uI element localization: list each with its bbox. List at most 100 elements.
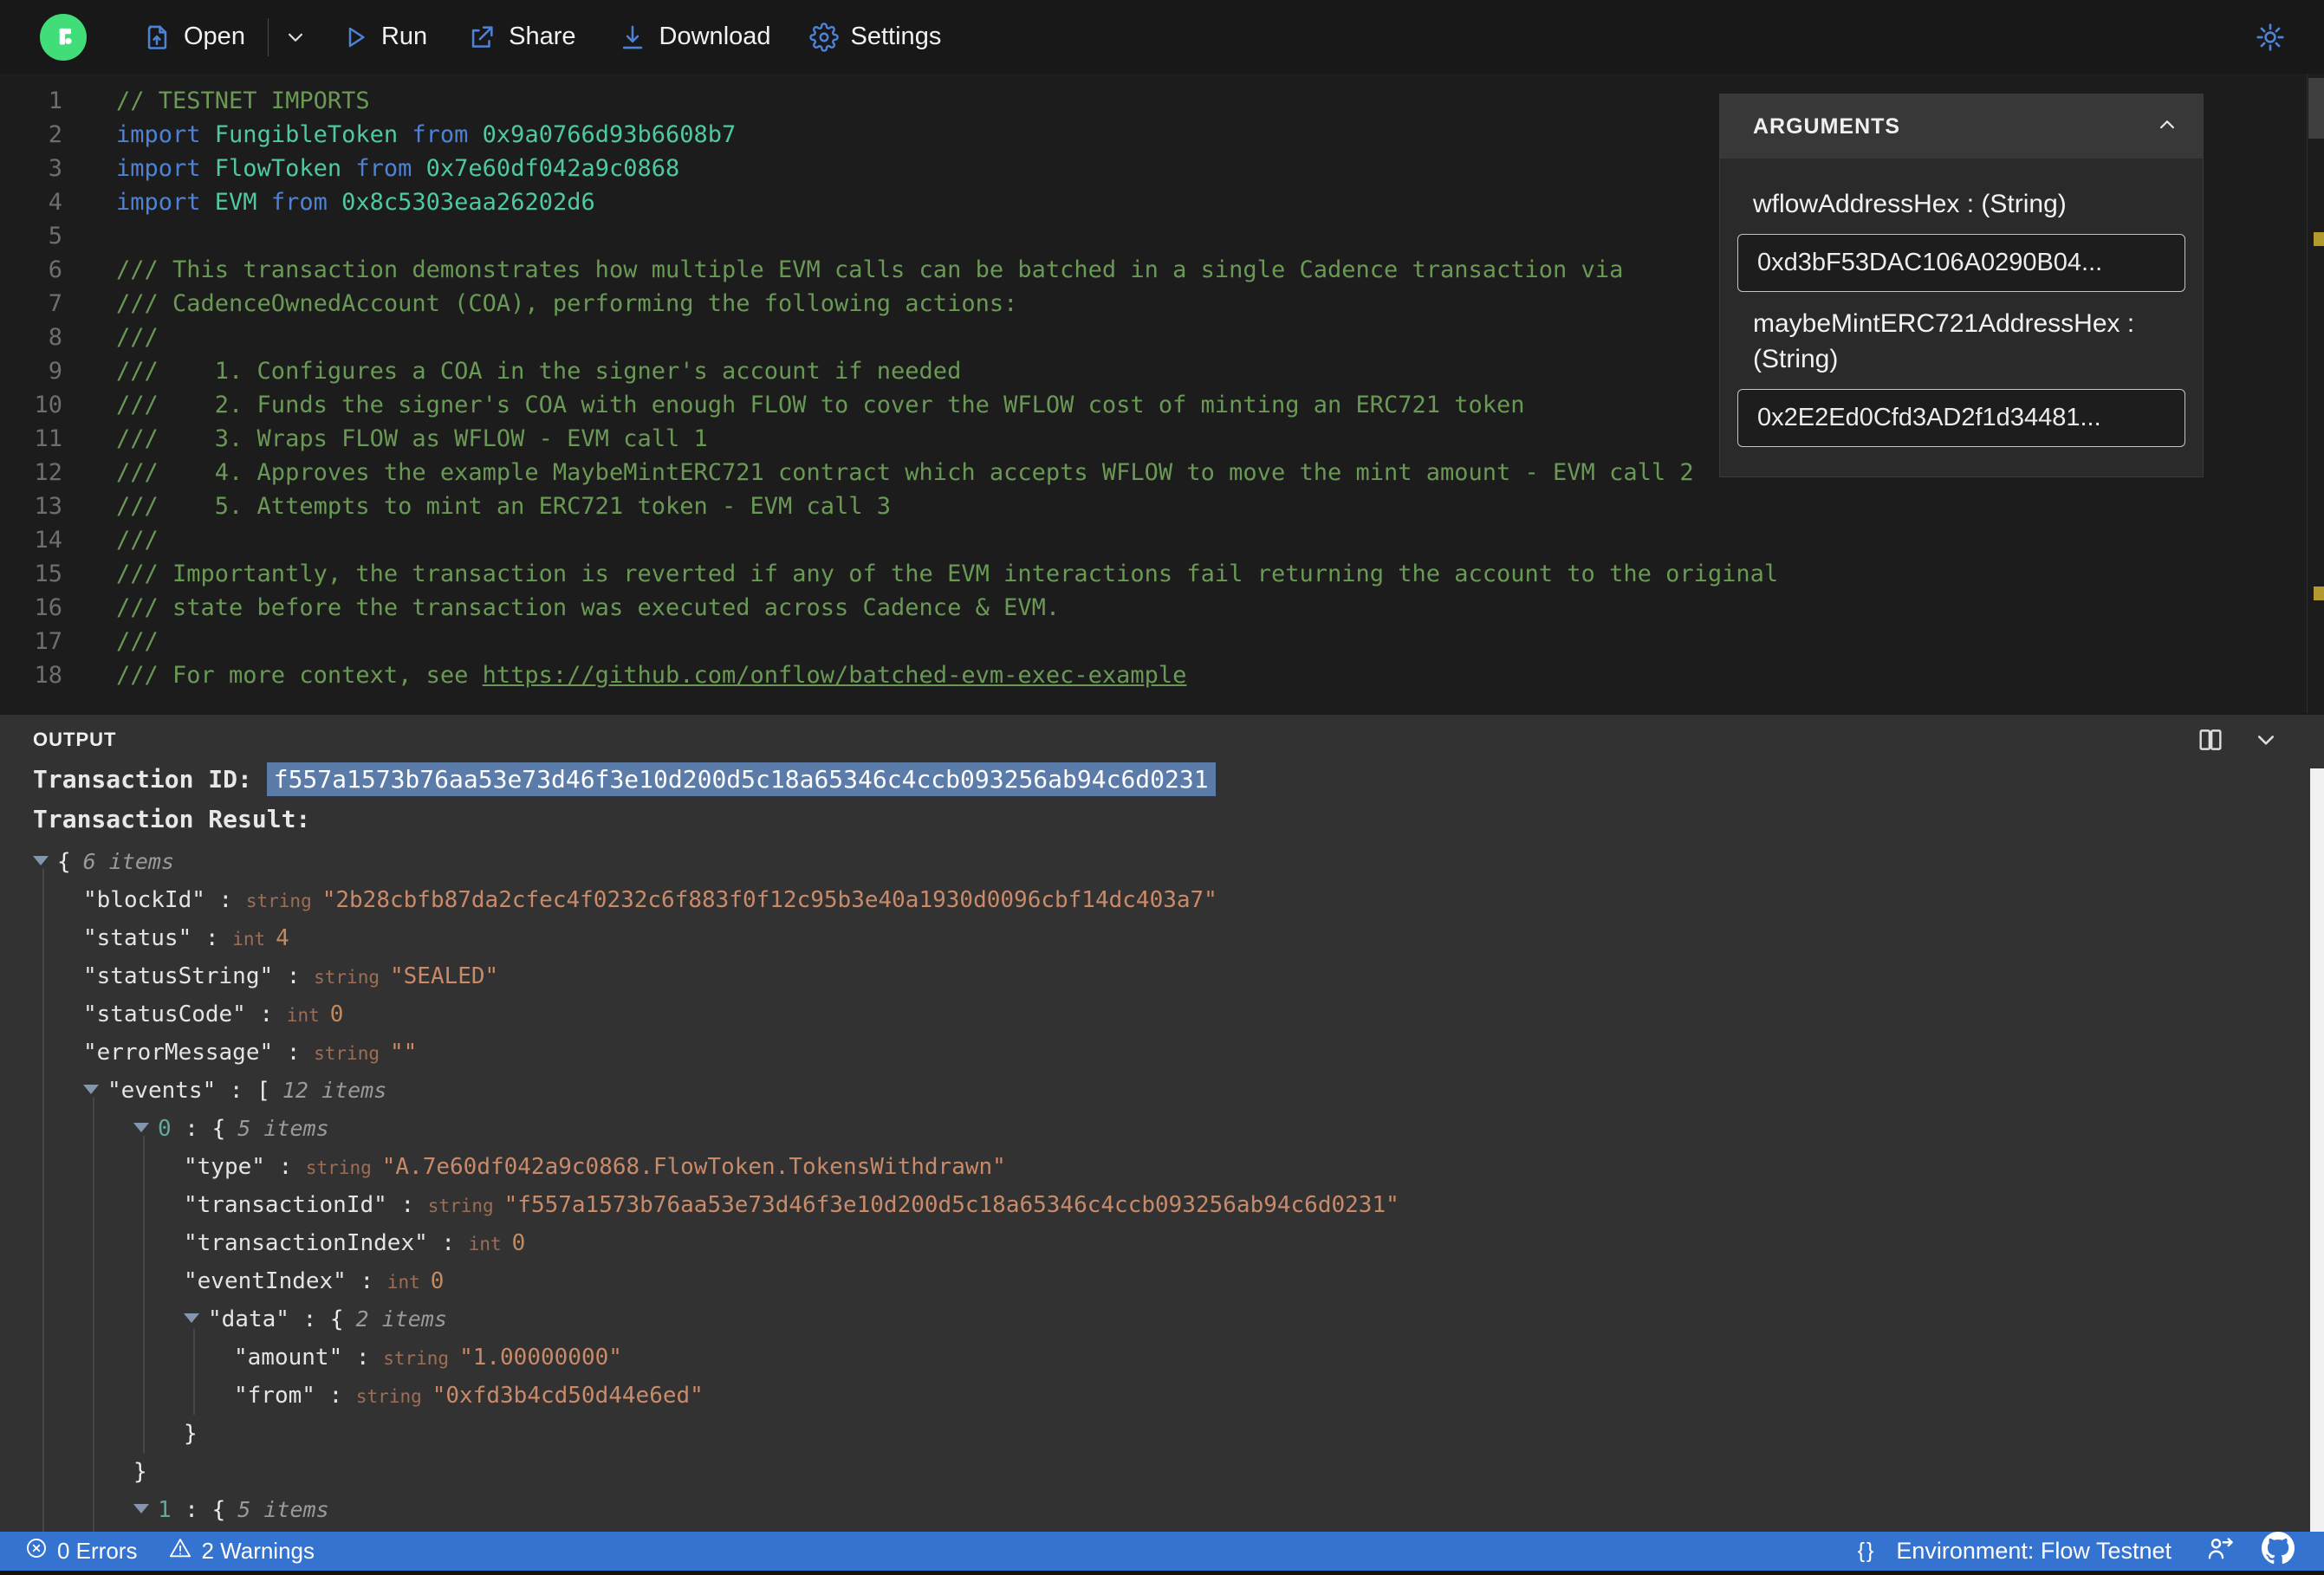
argument-input-maybemint[interactable] <box>1737 389 2185 447</box>
run-button[interactable]: Run <box>341 23 427 51</box>
line-number: 16 <box>34 594 62 621</box>
code-line[interactable]: 18 /// For more context, see https://gith… <box>0 658 2324 692</box>
braces-icon: {} <box>1857 1539 1876 1563</box>
code-line[interactable]: 17 /// <box>0 625 2324 658</box>
line-number: 5 <box>48 223 62 250</box>
collapse-output-icon[interactable] <box>2251 725 2281 758</box>
download-button[interactable]: Download <box>618 23 771 52</box>
tree-row: "transactionIndex" : int 0 <box>184 1230 526 1256</box>
status-bar: 0 Errors 2 Warnings {} Environment: Flow… <box>0 1532 2324 1571</box>
play-icon <box>341 23 369 51</box>
open-file-icon <box>142 23 172 52</box>
code-link[interactable]: https://github.com/onflow/batched-evm-ex… <box>483 662 1187 689</box>
code-text: /// <box>116 324 159 351</box>
chevron-up-icon[interactable] <box>2154 112 2180 142</box>
argument-label-wflow: wflowAddressHex : (String) <box>1753 190 2067 218</box>
line-number: 4 <box>48 189 62 216</box>
tree-row: "amount" : string "1.00000000" <box>234 1345 622 1371</box>
tree-row: } <box>184 1421 198 1447</box>
output-panel: OUTPUT Transaction ID: f557a1573b76aa53e… <box>0 713 2324 1533</box>
tree-collapse-arrow-icon[interactable] <box>184 1312 199 1323</box>
tree-row: "status" : int 4 <box>83 925 289 951</box>
theme-toggle-button[interactable] <box>2255 22 2286 53</box>
line-number: 14 <box>34 527 62 554</box>
tree-row: 1 : {5 items <box>0 1491 2308 1529</box>
code-text: /// <box>116 628 159 655</box>
share-button[interactable]: Share <box>467 23 576 52</box>
split-panel-icon[interactable] <box>2196 725 2225 758</box>
line-number: 17 <box>34 628 62 655</box>
line-number: 18 <box>34 662 62 689</box>
editor-scrollbar-thumb[interactable] <box>2308 78 2324 139</box>
tree-row: "type" : string"A.7e60df042a9c0868.FlowT… <box>184 1154 1006 1180</box>
code-line[interactable]: 13 /// 5. Attempts to mint an ERC721 toke… <box>0 489 2324 523</box>
json-tree: {6 items "blockId" : string "2b28cbfb87da2… <box>0 843 2308 1533</box>
tree-row: "statusString" : string "SEALED" <box>83 963 499 989</box>
argument-input-wflow[interactable] <box>1737 234 2185 292</box>
open-button[interactable]: Open <box>142 23 245 52</box>
code-text: import FungibleToken from 0x9a0766d93b66… <box>116 121 737 148</box>
code-text: import FlowToken from 0x7e60df042a9c0868 <box>116 155 680 182</box>
tree-row: "errorMessage" : string "" <box>83 1040 418 1066</box>
indent-guide <box>42 869 44 1533</box>
code-text: import EVM from 0x8c5303eaa26202d6 <box>116 189 595 216</box>
share-label: Share <box>509 23 576 50</box>
warning-triangle-icon <box>168 1536 192 1566</box>
transaction-result-label: Transaction Result: <box>33 805 311 833</box>
output-scrollbar[interactable] <box>2310 768 2324 1533</box>
line-number: 7 <box>48 290 62 317</box>
line-number: 12 <box>34 459 62 486</box>
toolbar-divider <box>267 17 269 56</box>
code-text: /// 2. Funds the signer's COA with enoug… <box>116 392 1525 418</box>
code-text: // TESTNET IMPORTS <box>116 88 370 114</box>
feedback-person-icon[interactable] <box>2204 1533 2236 1570</box>
code-text: /// CadenceOwnedAccount (COA), performin… <box>116 290 1018 317</box>
github-icon[interactable] <box>2262 1532 2295 1571</box>
line-number: 9 <box>48 358 62 385</box>
arguments-panel: ARGUMENTS wflowAddressHex : (String) may… <box>1719 94 2204 477</box>
share-icon <box>467 23 497 52</box>
line-number: 15 <box>34 561 62 587</box>
tree-collapse-arrow-icon[interactable] <box>133 1122 149 1132</box>
warnings-status[interactable]: 2 Warnings <box>168 1536 315 1566</box>
flow-runner-window: Open Run Share Download Settings 1 // TE… <box>0 0 2324 1575</box>
download-icon <box>618 23 647 52</box>
tree-collapse-arrow-icon[interactable] <box>83 1084 99 1094</box>
flow-logo-icon[interactable] <box>40 13 87 61</box>
tree-row: "data" : {2 items <box>0 1300 2308 1338</box>
tree-row: {6 items <box>0 843 2308 881</box>
download-label: Download <box>659 23 771 50</box>
gear-icon <box>808 22 839 52</box>
code-line[interactable]: 16 /// state before the transaction was e… <box>0 591 2324 625</box>
settings-label: Settings <box>850 23 942 50</box>
code-line[interactable]: 14 /// <box>0 523 2324 557</box>
chevron-down-icon <box>282 24 308 50</box>
tree-row: "eventIndex" : int 0 <box>184 1268 445 1294</box>
errors-status[interactable]: 0 Errors <box>24 1536 137 1566</box>
top-toolbar: Open Run Share Download Settings <box>0 0 2324 74</box>
line-number: 3 <box>48 155 62 182</box>
code-line[interactable]: 15 /// Importantly, the transaction is re… <box>0 557 2324 591</box>
error-circle-icon <box>24 1536 49 1566</box>
line-number: 2 <box>48 121 62 148</box>
editor-scrollbar[interactable] <box>2307 74 2324 713</box>
tree-collapse-arrow-icon[interactable] <box>33 855 49 865</box>
line-number: 13 <box>34 493 62 520</box>
tree-row: } <box>133 1459 147 1485</box>
line-number: 1 <box>48 88 62 114</box>
arguments-panel-body: wflowAddressHex : (String) maybeMintERC7… <box>1720 159 2203 447</box>
open-dropdown-button[interactable] <box>282 24 308 50</box>
code-text: /// Importantly, the transaction is reve… <box>116 561 1779 587</box>
line-number: 10 <box>34 392 62 418</box>
code-text: /// For more context, see https://github… <box>116 662 1187 689</box>
environment-label[interactable]: Environment: Flow Testnet <box>1896 1538 2171 1565</box>
transaction-id-value[interactable]: f557a1573b76aa53e73d46f3e10d200d5c18a653… <box>266 762 1216 796</box>
code-text: /// 5. Attempts to mint an ERC721 token … <box>116 493 892 520</box>
settings-button[interactable]: Settings <box>808 22 942 52</box>
transaction-id-row: Transaction ID: f557a1573b76aa53e73d46f3… <box>33 762 1216 796</box>
tree-collapse-arrow-icon[interactable] <box>133 1503 149 1513</box>
indent-guide <box>93 1098 94 1533</box>
code-text: /// 4. Approves the example MaybeMintERC… <box>116 459 1694 486</box>
code-text: /// 3. Wraps FLOW as WFLOW - EVM call 1 <box>116 425 708 452</box>
arguments-panel-header[interactable]: ARGUMENTS <box>1720 94 2203 159</box>
